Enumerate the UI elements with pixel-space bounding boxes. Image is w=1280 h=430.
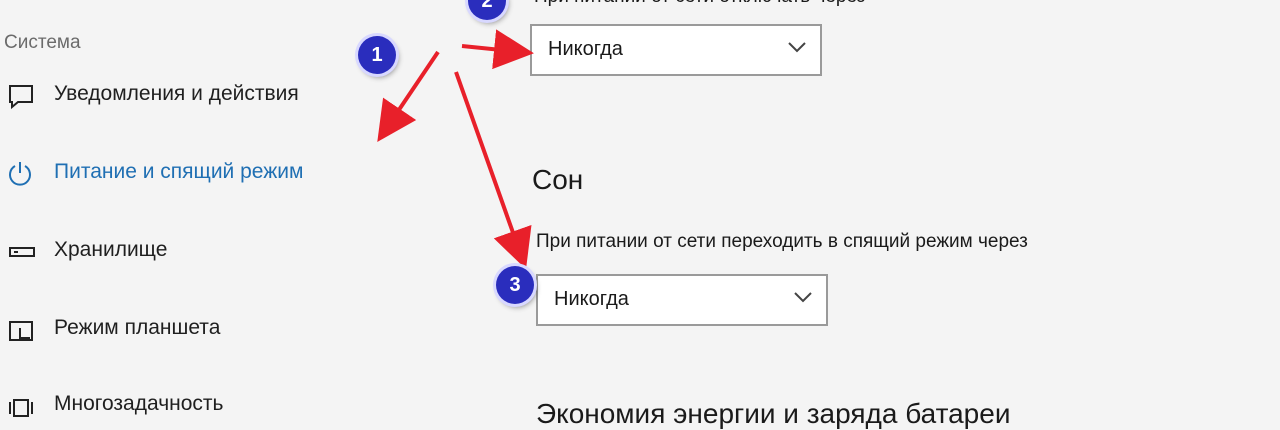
sidebar-item-label: Многозадачность: [54, 392, 224, 415]
sidebar-item-multitasking[interactable]: Многозадачность: [0, 384, 360, 424]
tablet-mode-icon: [4, 316, 36, 344]
sidebar-item-label: Режим планшета: [54, 316, 221, 339]
screen-timeout-value: Никогда: [548, 38, 623, 60]
step-badge-2: 2: [468, 0, 506, 20]
sidebar-item-tablet-mode[interactable]: Режим планшета: [0, 308, 360, 348]
arrow-to-screen-dropdown: [461, 29, 534, 70]
power-settings-panel: При питании от сети отключать через Нико…: [520, 0, 1280, 429]
chevron-down-icon: [786, 40, 808, 54]
sleep-section-heading: Сон: [532, 164, 584, 195]
sidebar-item-storage[interactable]: Хранилище: [0, 230, 360, 270]
sleep-timeout-caption: При питании от сети переходить в спящий …: [536, 231, 1028, 252]
step-badge-3: 3: [496, 266, 534, 304]
sidebar-item-label: Хранилище: [54, 238, 168, 261]
step-badge-1: 1: [358, 36, 396, 74]
settings-sidebar: Система Уведомления и действия Питание и…: [0, 0, 380, 417]
battery-saving-heading: Экономия энергии и заряда батареи: [536, 398, 1011, 429]
power-icon: [4, 160, 36, 188]
storage-icon: [4, 238, 36, 266]
sleep-timeout-value: Никогда: [554, 288, 629, 310]
chevron-down-icon: [792, 290, 814, 304]
sidebar-item-label: Уведомления и действия: [54, 82, 299, 105]
sidebar-section-label: Система: [4, 32, 81, 53]
screen-timeout-dropdown[interactable]: Никогда: [530, 24, 822, 76]
notification-icon: [4, 82, 36, 110]
screen-timeout-caption: При питании от сети отключать через: [534, 0, 865, 8]
arrow-to-sleep-dropdown: [454, 71, 532, 270]
sidebar-item-label: Питание и спящий режим: [54, 160, 304, 183]
sleep-timeout-dropdown[interactable]: Никогда: [536, 274, 828, 326]
sidebar-item-power-sleep[interactable]: Питание и спящий режим: [0, 152, 360, 192]
sidebar-item-notifications[interactable]: Уведомления и действия: [0, 74, 360, 114]
